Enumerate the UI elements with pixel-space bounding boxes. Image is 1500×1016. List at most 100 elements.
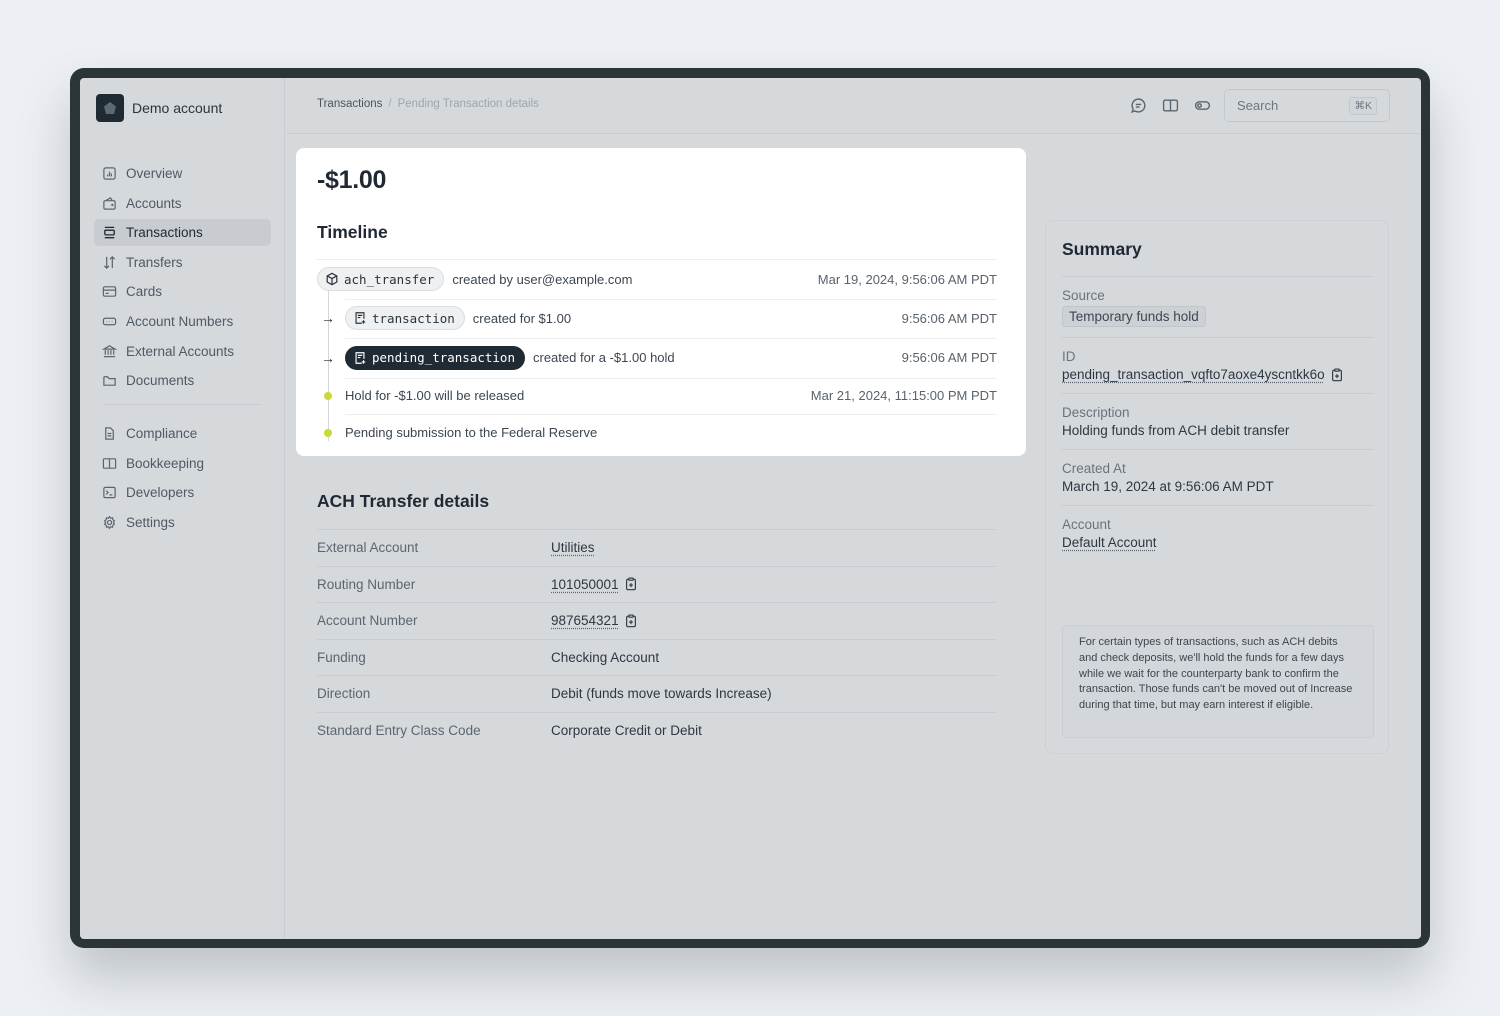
sidebar-item-external-accounts[interactable]: External Accounts bbox=[94, 338, 271, 365]
timeline-item: Pending submission to the Federal Reserv… bbox=[317, 414, 997, 451]
id-value[interactable]: pending_transaction_vqfto7aoxe4yscntkk6o bbox=[1062, 367, 1325, 382]
summary-id: ID pending_transaction_vqfto7aoxe4yscntk… bbox=[1062, 337, 1374, 393]
timeline-text: Hold for -$1.00 will be released bbox=[345, 388, 525, 404]
timeline-time: 9:56:06 AM PDT bbox=[901, 350, 997, 366]
pill-label: ach_transfer bbox=[344, 271, 435, 287]
detail-row: External Account Utilities bbox=[317, 529, 997, 566]
sidebar-item-accounts[interactable]: Accounts bbox=[94, 190, 271, 217]
toggle-icon[interactable] bbox=[1194, 97, 1211, 114]
detail-value: Debit (funds move towards Increase) bbox=[551, 686, 772, 702]
field-label: Description bbox=[1062, 405, 1130, 420]
timeline-title: Timeline bbox=[317, 222, 388, 242]
breadcrumb: Transactions / Pending Transaction detai… bbox=[317, 98, 539, 110]
sidebar-item-cards[interactable]: Cards bbox=[94, 278, 271, 305]
timeline-text: created for a -$1.00 hold bbox=[533, 350, 675, 366]
book-icon[interactable] bbox=[1162, 97, 1179, 114]
copy-icon[interactable] bbox=[624, 577, 638, 591]
sidebar-divider bbox=[104, 404, 261, 406]
arrows-updown-icon bbox=[103, 255, 116, 269]
header-actions bbox=[1130, 97, 1211, 114]
source-badge: Temporary funds hold bbox=[1062, 306, 1206, 327]
sidebar-item-label: Account Numbers bbox=[126, 313, 234, 329]
detail-row: Account Number 987654321 bbox=[317, 602, 997, 639]
gear-icon bbox=[103, 515, 116, 530]
transaction-card: -$1.00 Timeline ach_transfer created by … bbox=[296, 148, 1026, 456]
chart-icon bbox=[103, 167, 116, 180]
routing-number-value[interactable]: 101050001 bbox=[551, 577, 619, 592]
external-account-link[interactable]: Utilities bbox=[551, 540, 595, 555]
detail-label: External Account bbox=[317, 540, 419, 556]
summary-panel: Summary Source Temporary funds hold ID p… bbox=[1045, 220, 1389, 754]
timeline-text: created for $1.00 bbox=[472, 310, 572, 326]
timeline-text: created by user@example.com bbox=[452, 271, 633, 287]
timeline-time: Mar 21, 2024, 11:15:00 PM PDT bbox=[810, 388, 997, 404]
account-switcher[interactable]: Demo account bbox=[96, 94, 222, 122]
pill-label: pending_transaction bbox=[372, 350, 515, 366]
detail-row: Routing Number 101050001 bbox=[317, 565, 997, 603]
field-label: Source bbox=[1062, 288, 1105, 303]
transaction-amount: -$1.00 bbox=[317, 166, 387, 194]
status-dot-icon bbox=[324, 391, 332, 400]
account-number-value[interactable]: 987654321 bbox=[551, 613, 619, 628]
breadcrumb-current: Pending Transaction details bbox=[397, 98, 539, 110]
sidebar-item-label: Bookkeeping bbox=[126, 455, 205, 471]
search-input[interactable]: Search ⌘K bbox=[1224, 89, 1390, 122]
breadcrumb-transactions[interactable]: Transactions bbox=[317, 98, 382, 110]
breadcrumb-separator: / bbox=[388, 98, 392, 110]
account-link[interactable]: Default Account bbox=[1062, 535, 1157, 550]
detail-row: Direction Debit (funds move towards Incr… bbox=[317, 675, 997, 712]
chat-icon[interactable] bbox=[1130, 97, 1147, 114]
summary-description: Description Holding funds from ACH debit… bbox=[1062, 393, 1374, 449]
folder-icon bbox=[103, 376, 116, 386]
bank-icon bbox=[102, 344, 117, 357]
terminal-icon bbox=[103, 487, 116, 499]
book-icon bbox=[102, 457, 117, 469]
copy-icon[interactable] bbox=[1330, 367, 1344, 382]
sidebar-item-label: Transfers bbox=[126, 254, 183, 270]
timeline-text: Pending submission to the Federal Reserv… bbox=[345, 425, 598, 440]
sidebar-item-account-numbers[interactable]: Account Numbers bbox=[94, 308, 271, 335]
sidebar-nav: Overview Accounts Transactions Transfers… bbox=[94, 160, 271, 539]
transaction-pill[interactable]: transaction bbox=[345, 306, 465, 331]
sidebar-item-compliance[interactable]: Compliance bbox=[94, 420, 271, 447]
pending-transaction-pill[interactable]: pending_transaction bbox=[345, 345, 525, 370]
summary-account: Account Default Account bbox=[1062, 505, 1374, 561]
sidebar-item-label: Documents bbox=[126, 373, 195, 389]
sidebar-item-label: Accounts bbox=[126, 195, 182, 211]
device-frame: Demo account Overview Accounts Transacti… bbox=[70, 68, 1430, 948]
sidebar-item-bookkeeping[interactable]: Bookkeeping bbox=[94, 450, 271, 477]
receipt-icon bbox=[355, 312, 366, 325]
sidebar-item-label: External Accounts bbox=[126, 343, 235, 359]
sidebar-item-transactions[interactable]: Transactions bbox=[94, 219, 271, 247]
account-numbers-icon bbox=[102, 317, 117, 326]
arrow-right-icon: → bbox=[321, 310, 335, 327]
detail-label: Account Number bbox=[317, 613, 418, 629]
copy-icon[interactable] bbox=[624, 614, 638, 628]
field-label: Account bbox=[1062, 517, 1111, 532]
detail-label: Routing Number bbox=[317, 576, 416, 592]
field-label: ID bbox=[1062, 349, 1076, 364]
summary-source: Source Temporary funds hold bbox=[1062, 276, 1374, 337]
sidebar-item-label: Settings bbox=[126, 514, 175, 530]
top-bar: Transactions / Pending Transaction detai… bbox=[286, 78, 1421, 134]
timeline-item: ach_transfer created by user@example.com… bbox=[317, 259, 997, 299]
sidebar: Demo account Overview Accounts Transacti… bbox=[80, 78, 285, 939]
card-icon bbox=[102, 286, 117, 298]
cube-icon bbox=[326, 272, 338, 286]
sidebar-item-documents[interactable]: Documents bbox=[94, 367, 271, 394]
summary-created-at: Created At March 19, 2024 at 9:56:06 AM … bbox=[1062, 449, 1374, 505]
logo-icon bbox=[96, 94, 124, 122]
ach-transfer-pill[interactable]: ach_transfer bbox=[317, 267, 445, 292]
sidebar-item-transfers[interactable]: Transfers bbox=[94, 249, 271, 276]
ach-details-title: ACH Transfer details bbox=[317, 491, 490, 511]
arrow-right-icon: → bbox=[321, 349, 335, 366]
timeline-item: → pending_transaction created for a -$1.… bbox=[317, 338, 997, 378]
ach-details-table: External Account Utilities Routing Numbe… bbox=[317, 529, 997, 748]
sidebar-item-settings[interactable]: Settings bbox=[94, 509, 271, 536]
timeline-item: Hold for -$1.00 will be released Mar 21,… bbox=[317, 377, 997, 415]
transactions-icon bbox=[104, 226, 115, 239]
detail-label: Funding bbox=[317, 649, 366, 665]
sidebar-item-overview[interactable]: Overview bbox=[94, 160, 271, 187]
sidebar-item-developers[interactable]: Developers bbox=[94, 479, 271, 506]
summary-title: Summary bbox=[1062, 239, 1142, 259]
